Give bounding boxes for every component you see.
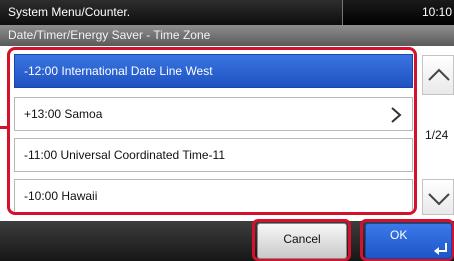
scroll-down-button[interactable] [422,179,454,215]
chevron-right-icon [391,107,402,123]
breadcrumb: Date/Timer/Energy Saver - Time Zone [8,28,211,42]
ok-label: OK [390,228,408,242]
ok-button[interactable]: OK [365,223,452,259]
timezone-label: -12:00 International Date Line West [24,64,213,78]
clock: 10:10 [421,5,452,19]
list-item-timezone[interactable]: -11:00 Universal Coordinated Time-11 [14,138,413,172]
timezone-list: -12:00 International Date Line West +13:… [7,47,417,215]
status-bar: System Menu/Counter. 10:10 [0,0,454,25]
page-indicator: 1/24 [425,128,449,142]
timezone-label: -10:00 Hawaii [24,189,98,203]
list-item-timezone[interactable]: -10:00 Hawaii [14,179,413,212]
timezone-label: -11:00 Universal Coordinated Time-11 [24,148,225,162]
enter-return-icon [434,243,447,255]
breadcrumb-bar: Date/Timer/Energy Saver - Time Zone [0,25,454,46]
list-item-timezone[interactable]: -12:00 International Date Line West [14,54,413,88]
screen-title: System Menu/Counter. [8,5,131,19]
scroll-up-button[interactable] [422,55,454,95]
cancel-button[interactable]: Cancel [257,223,347,259]
list-item-timezone[interactable]: +13:00 Samoa [14,97,413,131]
chevron-down-icon [428,193,450,206]
system-menu-button[interactable]: System Menu/Counter. [0,0,343,25]
chevron-up-icon [428,68,450,81]
cancel-label: Cancel [283,232,321,246]
timezone-label: +13:00 Samoa [24,107,103,121]
